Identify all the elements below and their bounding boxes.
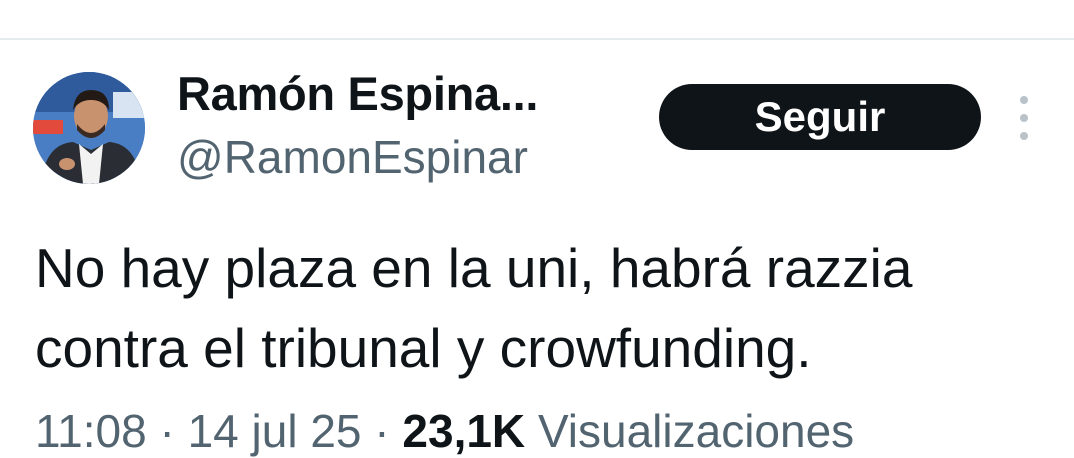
views-label: Visualizaciones (537, 405, 855, 457)
author-handle[interactable]: @RamonEspinar (177, 130, 528, 184)
meta-separator: · (374, 405, 403, 457)
avatar[interactable] (33, 72, 145, 184)
top-divider (0, 38, 1074, 40)
more-dot (1020, 114, 1028, 122)
tweet-text-line: No hay plaza en la uni, habrá razzia (35, 237, 913, 299)
more-dot (1020, 96, 1028, 104)
tweet-meta: 11:08 · 14 jul 25 · 23,1K Visualizacione… (35, 404, 854, 458)
author-display-name[interactable]: Ramón Espina... (177, 66, 538, 121)
tweet-text-line: contra el tribunal y crowfunding. (35, 317, 812, 379)
avatar-photo (33, 72, 145, 184)
views-count: 23,1K (402, 405, 526, 457)
more-dot (1020, 132, 1028, 140)
tweet-text: No hay plaza en la uni, habrá razzia con… (35, 228, 1055, 388)
more-vertical-icon[interactable] (1012, 96, 1036, 140)
tweet-time[interactable]: 11:08 (35, 405, 147, 457)
follow-button[interactable]: Seguir (659, 84, 981, 150)
meta-separator: · (159, 405, 188, 457)
tweet-date[interactable]: 14 jul 25 (188, 405, 362, 457)
